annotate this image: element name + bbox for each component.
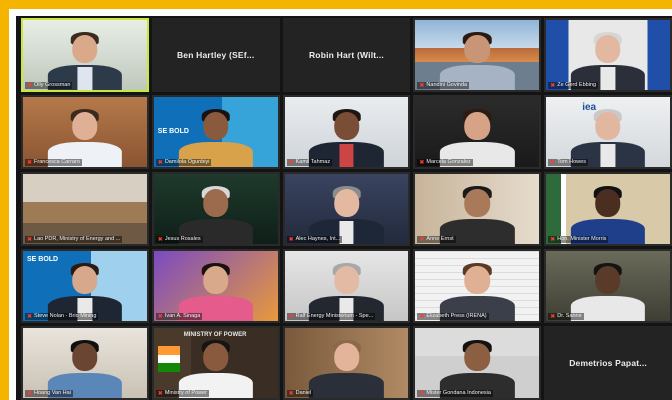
participant-name: Steve Nolan - Brio Mining <box>34 313 97 319</box>
video-tile[interactable]: SE BOLD ✖ Damilola Ogunbiyi <box>151 95 280 169</box>
video-tile[interactable]: ✖ Mister Gondana Indonesia <box>413 326 542 400</box>
video-tile[interactable]: ✖ Kamil Tahmaz <box>282 95 411 169</box>
muted-mic-icon[interactable]: ✖ <box>158 237 163 243</box>
video-tile[interactable]: iea ✖ Tom Howes <box>544 95 672 169</box>
india-flag-icon <box>157 346 180 372</box>
muted-mic-icon[interactable]: ✖ <box>419 391 424 397</box>
participant-name: Anne Ernst <box>426 236 454 242</box>
video-tile[interactable]: ✖ Anne Ernst <box>413 172 542 246</box>
participant-name: Francesca Carraro <box>34 159 80 165</box>
muted-mic-icon[interactable]: ✖ <box>27 391 32 397</box>
muted-mic-icon[interactable]: ✖ <box>158 391 163 397</box>
muted-mic-icon[interactable]: ✖ <box>550 160 555 166</box>
video-tile[interactable]: ✖ Dr. Sanne <box>544 249 672 323</box>
video-tile[interactable]: ✖ Hon. Minister Morris <box>544 172 672 246</box>
participant-name: Daniel <box>295 390 312 396</box>
video-tile[interactable]: ✖ Daniel <box>282 326 411 400</box>
participant-name: Ze Gerd Ebbing <box>557 82 597 88</box>
muted-mic-icon[interactable]: ✖ <box>419 160 424 166</box>
video-tile[interactable]: ✖ Marcela Gonzalez <box>413 95 542 169</box>
participant-name: Hon. Minister Morris <box>557 236 607 242</box>
participant-name: Demetrios Papat... <box>569 358 647 368</box>
muted-mic-icon[interactable]: ✖ <box>419 314 424 320</box>
muted-mic-icon[interactable]: ✖ <box>419 237 424 243</box>
muted-mic-icon[interactable]: ✖ <box>419 83 424 89</box>
video-tile[interactable]: ✖ Ivan A. Sinaga <box>151 249 280 323</box>
participant-name: Ministry of Power <box>164 390 208 396</box>
video-tile[interactable]: Demetrios Papat... <box>544 326 672 400</box>
video-tile[interactable]: ✖ Ze Gerd Ebbing <box>544 18 672 92</box>
video-grid: ✖ Olly Grossman Ben Hartley (SEf... Robin… <box>16 16 672 400</box>
muted-mic-icon[interactable]: ✖ <box>27 237 32 243</box>
participant-name: Elizabeth Press (IRENA) <box>426 313 487 319</box>
video-tile[interactable]: ✖ Francesca Carraro <box>21 95 149 169</box>
participant-name: Dr. Sanne <box>557 313 582 319</box>
participant-name: Alec Haynes, Int... <box>295 236 341 242</box>
muted-mic-icon[interactable]: ✖ <box>289 391 294 397</box>
muted-mic-icon[interactable]: ✖ <box>550 237 555 243</box>
muted-mic-icon[interactable]: ✖ <box>550 314 555 320</box>
video-tile[interactable]: ✖ Hoang Van Hai <box>21 326 149 400</box>
participant-name: Kamil Tahmaz <box>295 159 331 165</box>
participant-name: Lao PDR, Ministry of Energy and ... <box>34 236 121 242</box>
muted-mic-icon[interactable]: ✖ <box>289 160 294 166</box>
participant-name: Ralf Energy Ministerium - Spe... <box>295 313 374 319</box>
participant-avatar <box>309 339 384 398</box>
participant-name: Mister Gondana Indonesia <box>426 390 491 396</box>
video-tile[interactable]: ✖ Olly Grossman <box>21 18 149 92</box>
muted-mic-icon[interactable]: ✖ <box>27 83 32 89</box>
participant-name: Robin Hart (Wilt... <box>308 50 384 60</box>
participant-name: Marcela Gonzalez <box>426 159 471 165</box>
video-tile[interactable]: ✖ Ralf Energy Ministerium - Spe... <box>282 249 411 323</box>
participant-name: Ben Hartley (SEf... <box>176 50 255 60</box>
participant-name: Tom Howes <box>557 159 586 165</box>
video-tile[interactable]: ✖ Alec Haynes, Int... <box>282 172 411 246</box>
participant-name: Olly Grossman <box>34 82 71 88</box>
muted-mic-icon[interactable]: ✖ <box>158 314 163 320</box>
muted-mic-icon[interactable]: ✖ <box>27 160 32 166</box>
video-tile[interactable]: Robin Hart (Wilt... <box>282 18 411 92</box>
video-tile[interactable]: Ben Hartley (SEf... <box>151 18 280 92</box>
video-tile[interactable]: ✖ Lao PDR, Ministry of Energy and ... <box>21 172 149 246</box>
muted-mic-icon[interactable]: ✖ <box>158 160 163 166</box>
participant-name: Jesus Rosales <box>164 236 201 242</box>
participant-name: Ivan A. Sinaga <box>164 313 201 319</box>
muted-mic-icon[interactable]: ✖ <box>289 237 294 243</box>
video-tile[interactable]: ✖ Elizabeth Press (IRENA) <box>413 249 542 323</box>
muted-mic-icon[interactable]: ✖ <box>550 83 555 89</box>
video-tile[interactable]: ✖ Jesus Rosales <box>151 172 280 246</box>
muted-mic-icon[interactable]: ✖ <box>289 314 294 320</box>
video-tile[interactable]: MINISTRY OF POWER ✖ Ministry of Power <box>151 326 280 400</box>
video-tile[interactable]: ✖ Nandini Govinda <box>413 18 542 92</box>
video-tile[interactable]: SE BOLD ✖ Steve Nolan - Brio Mining <box>21 249 149 323</box>
participant-name: Nandini Govinda <box>426 82 468 88</box>
participant-name: Damilola Ogunbiyi <box>164 159 210 165</box>
muted-mic-icon[interactable]: ✖ <box>27 314 32 320</box>
participant-name: Hoang Van Hai <box>34 390 71 396</box>
